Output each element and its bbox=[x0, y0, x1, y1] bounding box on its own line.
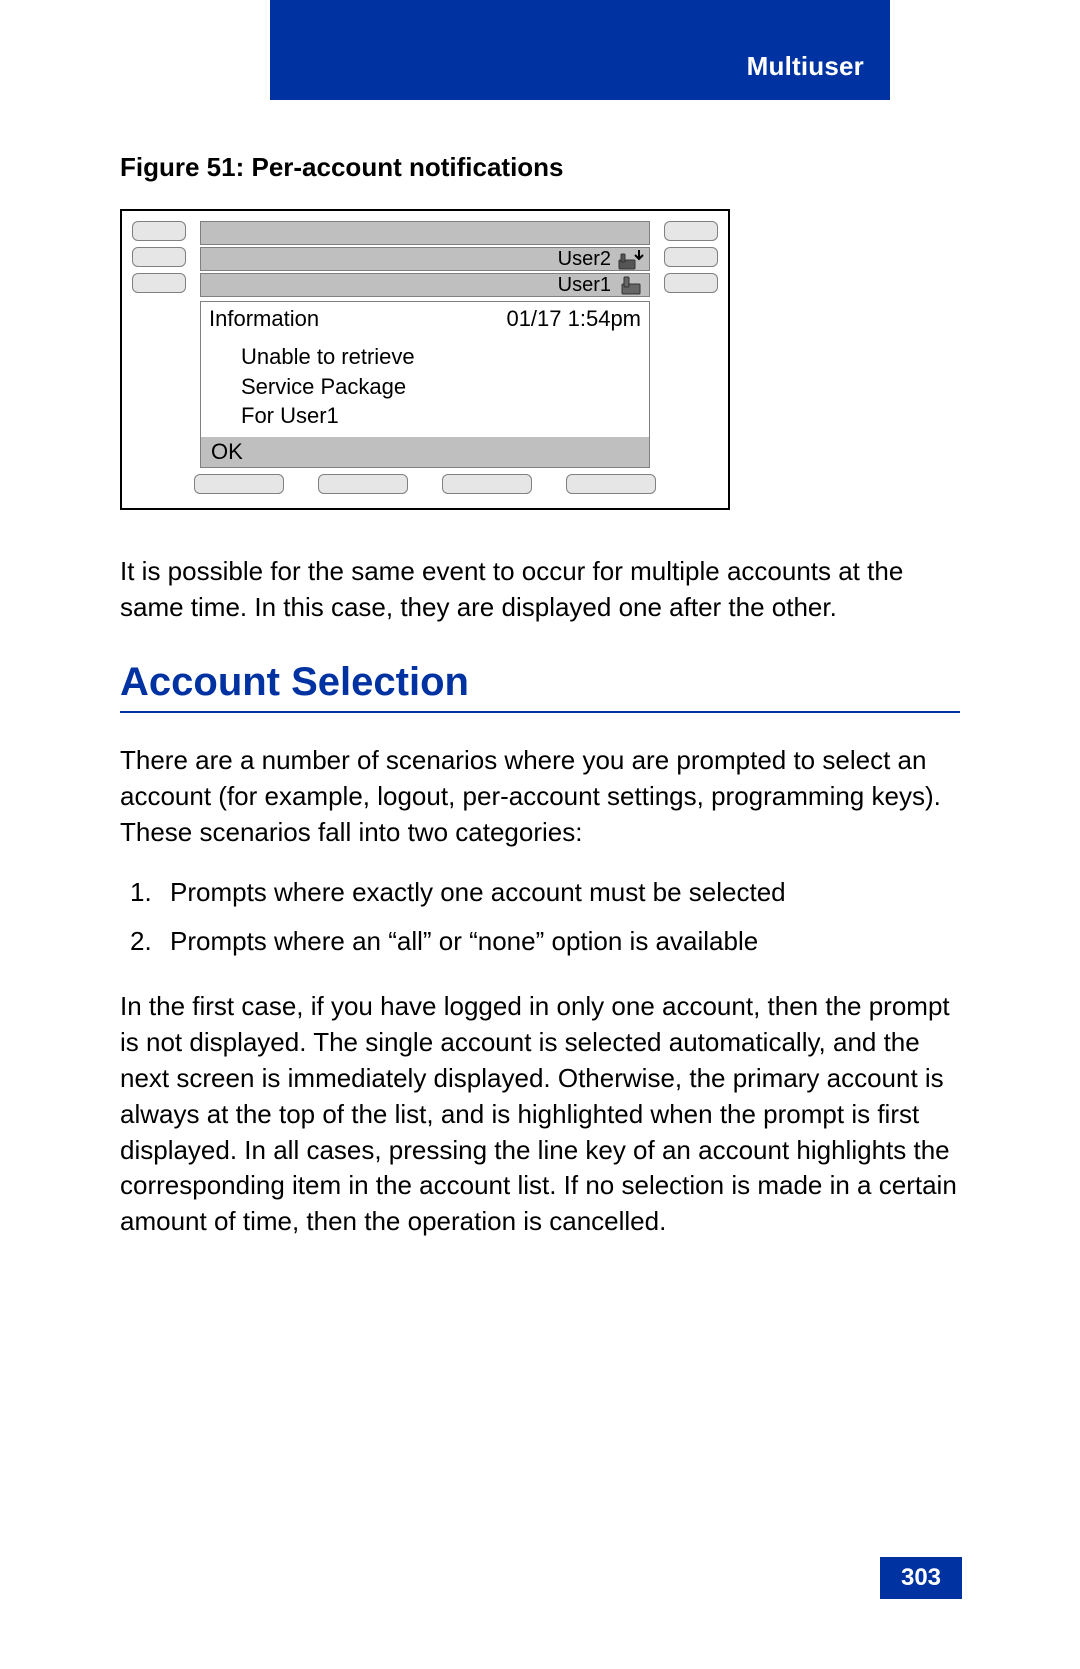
right-keys bbox=[656, 221, 718, 468]
list-num-2: 2. bbox=[130, 921, 170, 961]
line-key-left-3[interactable] bbox=[132, 273, 186, 293]
line-key-right-1[interactable] bbox=[664, 221, 718, 241]
info-line-1: Unable to retrieve bbox=[241, 342, 641, 372]
phone-icon bbox=[617, 274, 645, 296]
page-content: Figure 51: Per-account notifications Use… bbox=[120, 152, 960, 1274]
line-bar-user1: User1 bbox=[200, 273, 650, 297]
softkey-2[interactable] bbox=[318, 474, 408, 494]
list-text-1: Prompts where exactly one account must b… bbox=[170, 872, 786, 912]
line-key-right-2[interactable] bbox=[664, 247, 718, 267]
figure-caption: Figure 51: Per-account notifications bbox=[120, 152, 960, 183]
paragraph-intro: There are a number of scenarios where yo… bbox=[120, 743, 960, 851]
list-item-2: 2. Prompts where an “all” or “none” opti… bbox=[130, 921, 960, 961]
user1-label: User1 bbox=[558, 274, 617, 297]
bottom-softkeys bbox=[132, 474, 718, 494]
line-key-left-1[interactable] bbox=[132, 221, 186, 241]
phone-download-icon bbox=[617, 248, 645, 270]
info-panel: Information 01/17 1:54pm Unable to retri… bbox=[200, 301, 650, 468]
page-number: 303 bbox=[880, 1557, 962, 1599]
line-bar-1 bbox=[200, 221, 650, 245]
info-title: Information bbox=[209, 306, 319, 332]
paragraph-body: In the first case, if you have logged in… bbox=[120, 989, 960, 1240]
list-text-2: Prompts where an “all” or “none” option … bbox=[170, 921, 758, 961]
section-heading: Account Selection bbox=[120, 660, 960, 713]
list-num-1: 1. bbox=[130, 872, 170, 912]
line-key-right-3[interactable] bbox=[664, 273, 718, 293]
left-keys bbox=[132, 221, 194, 468]
paragraph-after-figure: It is possible for the same event to occ… bbox=[120, 554, 960, 626]
info-line-3: For User1 bbox=[241, 401, 641, 431]
info-line-2: Service Package bbox=[241, 372, 641, 402]
info-body: Unable to retrieve Service Package For U… bbox=[201, 336, 649, 437]
chapter-header-bar: Multiuser bbox=[270, 0, 890, 100]
softkey-3[interactable] bbox=[442, 474, 532, 494]
ok-softkey[interactable]: OK bbox=[201, 437, 649, 467]
numbered-list: 1. Prompts where exactly one account mus… bbox=[130, 872, 960, 961]
chapter-title: Multiuser bbox=[747, 51, 864, 82]
info-timestamp: 01/17 1:54pm bbox=[506, 306, 641, 332]
page-number-value: 303 bbox=[901, 1564, 941, 1592]
user2-label: User2 bbox=[558, 248, 617, 271]
softkey-1[interactable] bbox=[194, 474, 284, 494]
ok-label: OK bbox=[211, 439, 243, 464]
softkey-4[interactable] bbox=[566, 474, 656, 494]
list-item-1: 1. Prompts where exactly one account mus… bbox=[130, 872, 960, 912]
line-bar-user2: User2 bbox=[200, 247, 650, 271]
line-key-left-2[interactable] bbox=[132, 247, 186, 267]
device-figure: User2 User1 bbox=[120, 209, 730, 510]
